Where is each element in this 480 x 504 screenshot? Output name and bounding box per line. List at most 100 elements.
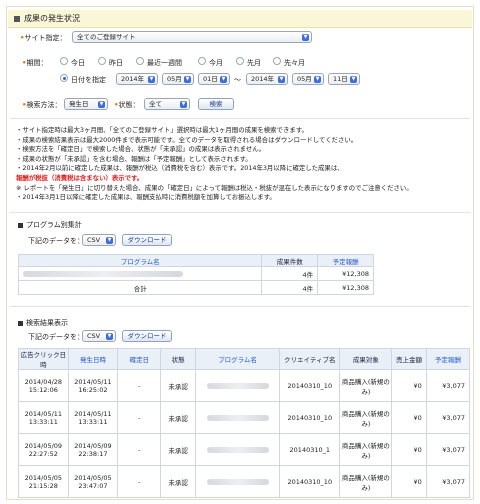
occur-date: 2014/05/11 [74, 409, 112, 418]
search-method-label: 検索方法： [26, 101, 62, 109]
radio-last-week[interactable] [136, 57, 144, 65]
occur-date: 2014/05/05 [74, 473, 112, 482]
period-label-wrap: •期間： [22, 58, 47, 68]
status-select[interactable]: 全て ▼ [144, 98, 190, 110]
results-download-button[interactable]: ダウンロード [122, 330, 172, 342]
program-download-label: 下記のデータを： [28, 237, 84, 245]
program-summary-title: プログラム別集計 [26, 221, 82, 229]
to-month-select[interactable]: 05月 ▼ [292, 73, 324, 85]
occur-time: 13:33:11 [78, 417, 108, 426]
target-cell: 商品購入(新規のみ) [339, 433, 393, 466]
site-label: サイト指定： [24, 34, 67, 42]
chevron-down-icon: ▼ [98, 101, 105, 108]
table-row: 4件 ¥12,308 [17, 266, 374, 281]
radio-yesterday-label: 昨日 [109, 59, 123, 67]
status-cell: 未承認 [160, 401, 196, 434]
col-status: 状態 [160, 348, 196, 370]
notice-item: ・成果の状態が「未承認」を含む場合、報酬は「予定報酬」として表示されます。 [16, 154, 252, 163]
status-select-value: 全て [149, 100, 162, 108]
radio-this-month-label: 今月 [209, 59, 223, 67]
site-select-value: 全てのご登録サイト [77, 33, 136, 41]
site-select[interactable]: 全てのご登録サイト ▼ [72, 31, 312, 43]
square-icon [18, 222, 23, 228]
results-table: 広告クリック日時 発生日時 確定日 状態 プログラム名 クリエイティブ名 成果対… [18, 348, 471, 498]
program-name-cell [194, 465, 281, 498]
from-month-select[interactable]: 05月 ▼ [162, 73, 194, 85]
program-name-cell [17, 266, 263, 281]
reward-cell: ¥3,077 [425, 465, 471, 498]
search-method-select[interactable]: 発生日 ▼ [64, 98, 108, 110]
radio-last-month-label: 先月 [247, 59, 261, 67]
col-reward[interactable]: 予定報酬 [317, 254, 374, 267]
program-summary-heading: プログラム別集計 [18, 220, 82, 230]
radio-specify-date[interactable] [60, 74, 68, 82]
creative-cell: 20140310_10 [279, 369, 341, 402]
sales-cell: ¥0 [391, 433, 427, 466]
occur-date: 2014/05/09 [74, 441, 112, 450]
program-format-select[interactable]: CSV ▼ [82, 234, 116, 246]
click-datetime-cell: 2014/05/09 22:27:52 [18, 433, 69, 466]
results-format-select[interactable]: CSV ▼ [82, 330, 116, 342]
click-date: 2014/05/09 [24, 441, 63, 450]
total-reward: ¥12,308 [317, 280, 374, 295]
program-summary-table: プログラム名 成果件数 予定報酬 4件 ¥12,308 合計 4件 ¥12,30… [17, 254, 374, 295]
to-day-select[interactable]: 11日 ▼ [328, 73, 360, 85]
click-time: 22:27:52 [28, 449, 58, 458]
chevron-down-icon: ▼ [220, 76, 227, 83]
reward-cell: ¥3,077 [425, 369, 471, 402]
results-download-label: 下記のデータを： [28, 333, 84, 341]
from-month-value: 05月 [167, 75, 182, 83]
search-button[interactable]: 検索 [198, 98, 234, 110]
col-confirm-date[interactable]: 確定日 [117, 348, 162, 370]
period-label: 期間： [26, 59, 48, 67]
confirm-cell: - [117, 369, 162, 402]
status-label-wrap: •状態： [114, 100, 139, 110]
click-time: 15:12:06 [28, 385, 58, 394]
to-year-select[interactable]: 2014年 ▼ [246, 73, 288, 85]
from-day-select[interactable]: 01日 ▼ [198, 73, 230, 85]
chevron-down-icon: ▼ [350, 76, 357, 83]
status-cell: 未承認 [160, 465, 196, 498]
target-cell: 商品購入(新規のみ) [339, 465, 393, 498]
results-heading: 検索結果表示 [18, 318, 68, 328]
from-year-select[interactable]: 2014年 ▼ [116, 73, 158, 85]
sales-cell: ¥0 [391, 369, 427, 402]
search-method-value: 発生日 [69, 100, 89, 108]
table-row: 2014/05/11 13:33:11 2014/05/11 13:33:11 - … [18, 401, 471, 434]
col-program-name[interactable]: プログラム名 [17, 254, 263, 267]
section-header: 成果の発生状況 [8, 10, 472, 28]
radio-yesterday[interactable] [98, 57, 106, 65]
total-count: 4件 [261, 280, 319, 295]
occur-datetime-cell: 2014/05/11 13:33:11 [67, 401, 119, 434]
notice-item: ※ レポートを「発生日」に切り替えた場合、成果の「確定日」によって報酬は税込・税… [16, 183, 413, 192]
occur-date: 2014/05/11 [74, 377, 112, 386]
col-occur-datetime[interactable]: 発生日時 [67, 348, 119, 370]
redacted-program-name [206, 446, 269, 453]
chevron-down-icon: ▼ [184, 76, 191, 83]
date-range-separator: 〜 [234, 76, 241, 84]
program-download-button[interactable]: ダウンロード [122, 234, 172, 246]
program-name-cell [194, 369, 281, 402]
occur-datetime-cell: 2014/05/11 16:25:02 [67, 369, 119, 402]
divider [10, 306, 470, 307]
chevron-down-icon: ▼ [180, 101, 187, 108]
chevron-down-icon: ▼ [106, 333, 113, 340]
col-target: 成果対象 [339, 348, 393, 370]
radio-last-month[interactable] [236, 57, 244, 65]
notice-item-warning: 報酬が税抜（消費税は含まない）表示です。 [16, 173, 144, 182]
results-title: 検索結果表示 [26, 319, 68, 327]
radio-month-before-last[interactable] [273, 57, 281, 65]
reward-cell: ¥12,308 [317, 266, 374, 281]
radio-this-month[interactable] [198, 57, 206, 65]
col-sales: 売上金額 [391, 348, 427, 370]
notice-item: ・2014年3月1日以降に確定した成果は、報酬支払時に消費税額を加算してお振込し… [16, 193, 276, 202]
notice-item: ・検索方法を「確定日」で検索した場合、状態が「未承認」の成果は表示されません。 [16, 145, 266, 154]
status-cell: 未承認 [160, 369, 196, 402]
redacted-program-name [23, 270, 183, 277]
occur-datetime-cell: 2014/05/05 23:47:07 [67, 465, 119, 498]
col-reward[interactable]: 予定報酬 [425, 348, 471, 370]
reward-cell: ¥3,077 [425, 433, 471, 466]
col-count: 成果件数 [261, 254, 319, 267]
col-program-name[interactable]: プログラム名 [194, 348, 281, 370]
radio-today[interactable] [60, 57, 68, 65]
